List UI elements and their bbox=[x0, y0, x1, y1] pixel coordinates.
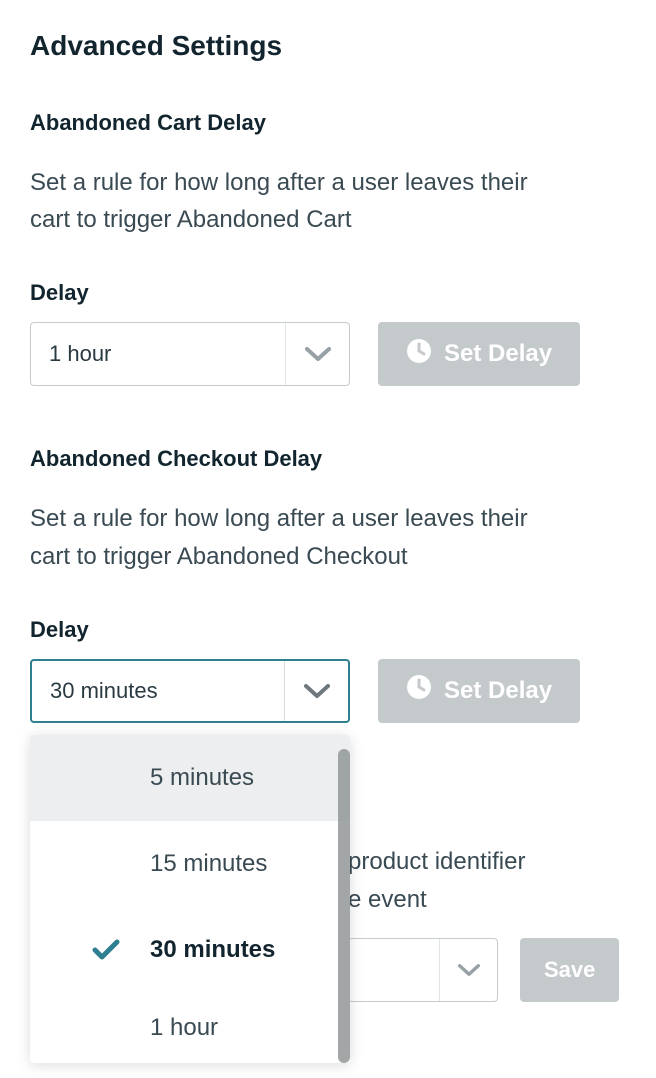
page-title: Advanced Settings bbox=[30, 30, 626, 62]
dropdown-option-label: 30 minutes bbox=[150, 936, 275, 964]
chevron-down-icon bbox=[458, 963, 480, 977]
checkout-delay-description: Set a rule for how long after a user lea… bbox=[30, 500, 570, 574]
cart-delay-row: 1 hour Set Delay bbox=[30, 322, 626, 386]
dropdown-option-1hour[interactable]: 1 hour bbox=[30, 993, 350, 1063]
cart-delay-description: Set a rule for how long after a user lea… bbox=[30, 164, 570, 238]
dropdown-scrollbar[interactable] bbox=[338, 749, 350, 1063]
dropdown-option-label: 15 minutes bbox=[150, 850, 267, 878]
identifier-save-button[interactable]: Save bbox=[520, 938, 619, 1002]
identifier-text-line1: product identifier bbox=[348, 848, 525, 875]
clock-icon bbox=[406, 338, 432, 371]
dropdown-option-label: 5 minutes bbox=[150, 764, 254, 792]
cart-delay-select-value: 1 hour bbox=[31, 341, 285, 367]
checkout-delay-heading: Abandoned Checkout Delay bbox=[30, 446, 626, 472]
checkout-delay-select[interactable]: 30 minutes bbox=[30, 659, 350, 723]
identifier-text-line2: e event bbox=[348, 886, 427, 913]
cart-delay-field-label: Delay bbox=[30, 280, 626, 306]
cart-set-delay-label: Set Delay bbox=[444, 340, 552, 368]
cart-set-delay-button[interactable]: Set Delay bbox=[378, 322, 580, 386]
identifier-save-label: Save bbox=[544, 957, 595, 982]
cart-delay-heading: Abandoned Cart Delay bbox=[30, 110, 626, 136]
cart-delay-select-chevron-wrap bbox=[285, 323, 349, 385]
dropdown-option-15min[interactable]: 15 minutes bbox=[30, 821, 350, 907]
identifier-select[interactable] bbox=[348, 938, 498, 1002]
checkout-set-delay-button[interactable]: Set Delay bbox=[378, 659, 580, 723]
chevron-down-icon bbox=[305, 346, 331, 362]
checkout-delay-field-label: Delay bbox=[30, 617, 626, 643]
clock-icon bbox=[406, 674, 432, 707]
dropdown-option-label: 1 hour bbox=[150, 1014, 218, 1042]
checkout-delay-select-value: 30 minutes bbox=[32, 678, 284, 704]
checkout-delay-dropdown: 5 minutes 15 minutes 30 minutes 1 hour bbox=[30, 735, 350, 1063]
chevron-down-icon bbox=[304, 683, 330, 699]
identifier-select-chevron-wrap bbox=[439, 939, 497, 1001]
checkout-delay-select-chevron-wrap bbox=[284, 661, 348, 721]
dropdown-option-30min[interactable]: 30 minutes bbox=[30, 907, 350, 993]
checkout-set-delay-label: Set Delay bbox=[444, 677, 552, 705]
cart-delay-select[interactable]: 1 hour bbox=[30, 322, 350, 386]
dropdown-option-5min[interactable]: 5 minutes bbox=[30, 735, 350, 821]
check-icon bbox=[92, 939, 120, 961]
checkout-delay-row: 30 minutes Set Delay 5 minutes 15 minute… bbox=[30, 659, 626, 723]
